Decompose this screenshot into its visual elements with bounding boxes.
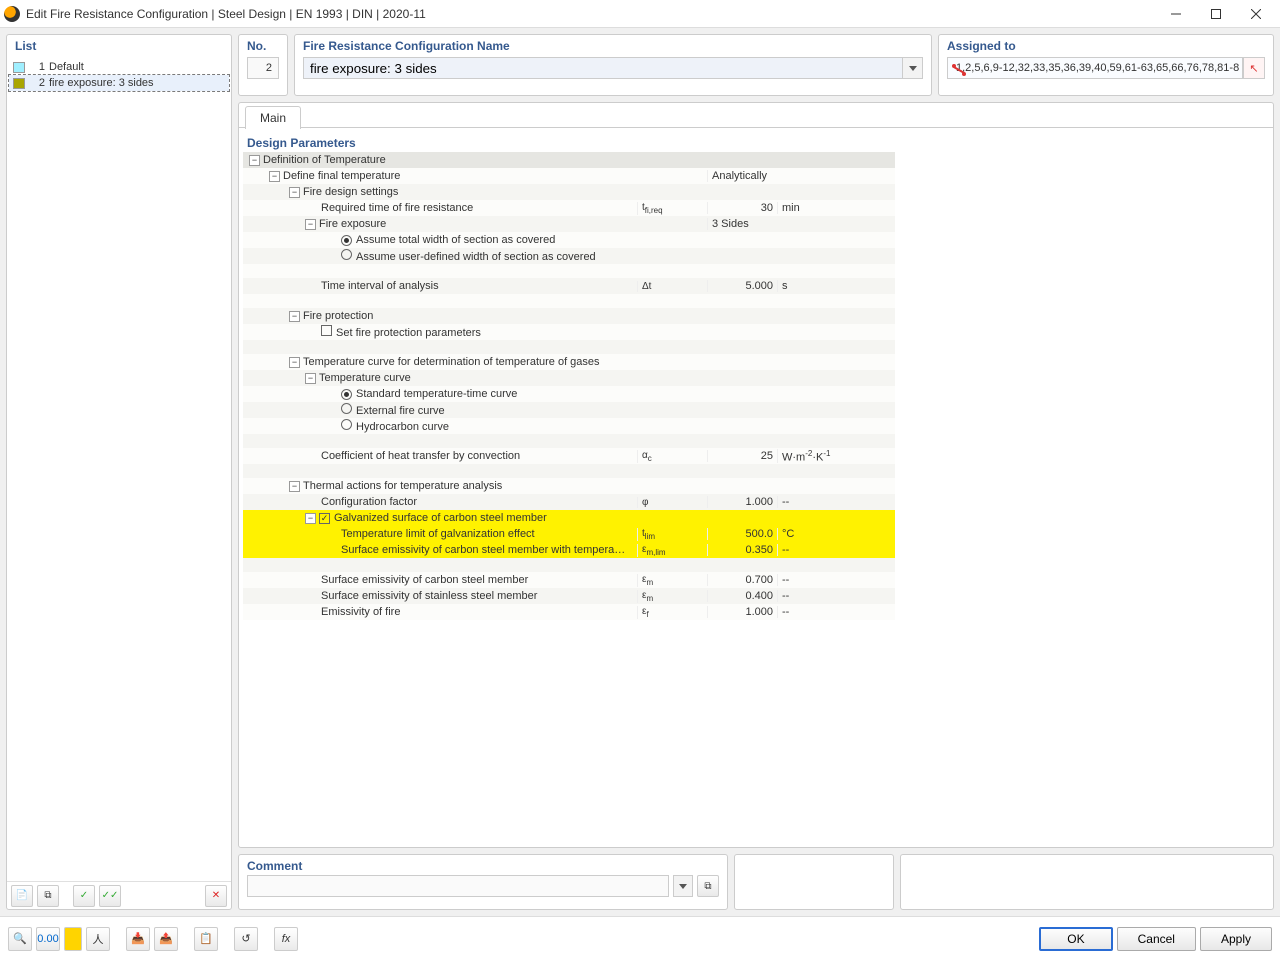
collapse-icon[interactable]: − [305, 219, 316, 230]
window-title: Edit Fire Resistance Configuration | Ste… [26, 7, 1156, 21]
row-ext-curve[interactable]: External fire curve [243, 402, 895, 418]
spacer-row [243, 434, 895, 448]
radio-total-width[interactable] [341, 235, 352, 246]
import-button[interactable]: 📥 [126, 927, 150, 951]
color-button[interactable] [64, 927, 82, 951]
collapse-icon[interactable]: − [289, 481, 300, 492]
comment-box: Comment ⧉ [238, 854, 728, 910]
collapse-icon[interactable]: − [305, 513, 316, 524]
config-name-input[interactable] [303, 57, 903, 79]
close-button[interactable] [1236, 0, 1276, 28]
ok-button[interactable]: OK [1039, 927, 1112, 951]
row-temp-curve[interactable]: −Temperature curve [243, 370, 895, 386]
row-hydro-curve[interactable]: Hydrocarbon curve [243, 418, 895, 434]
app-icon [4, 6, 20, 22]
tab-main[interactable]: Main [245, 106, 301, 129]
color-swatch [13, 62, 25, 73]
row-assume-user-width[interactable]: Assume user-defined width of section as … [243, 248, 895, 264]
spacer-row [243, 464, 895, 478]
row-thermal-actions-group[interactable]: −Thermal actions for temperature analysi… [243, 478, 895, 494]
name-box: Fire Resistance Configuration Name [294, 34, 932, 96]
row-std-curve[interactable]: Standard temperature-time curve [243, 386, 895, 402]
list-item-default[interactable]: 1 Default [9, 59, 229, 75]
members-filter-button[interactable]: 人 [86, 927, 110, 951]
row-fire-exposure[interactable]: −Fire exposure 3 Sides [243, 216, 895, 232]
preview-area [899, 128, 1273, 847]
row-set-fire-protection[interactable]: Set fire protection parameters [243, 324, 895, 340]
collapse-icon[interactable]: − [289, 311, 300, 322]
row-fire-design-settings[interactable]: −Fire design settings [243, 184, 895, 200]
pick-members-button[interactable]: ↖ [1243, 57, 1265, 79]
spacer-row [243, 294, 895, 308]
comment-dropdown-button[interactable] [673, 875, 693, 897]
checkbox-galvanized[interactable]: ✓ [319, 513, 330, 524]
row-galvanized-surface[interactable]: −✓Galvanized surface of carbon steel mem… [243, 510, 895, 526]
row-emis-fire[interactable]: Emissivity of fire εf1.000-- [243, 604, 895, 620]
radio-ext-curve[interactable] [341, 403, 352, 414]
apply-button[interactable]: Apply [1200, 927, 1272, 951]
export-button[interactable]: 📤 [154, 927, 178, 951]
minimize-button[interactable] [1156, 0, 1196, 28]
row-temp-curve-group[interactable]: −Temperature curve for determination of … [243, 354, 895, 370]
row-define-final-temp[interactable]: −Define final temperature Analytically [243, 168, 895, 184]
row-surf-emis-stainless[interactable]: Surface emissivity of stainless steel me… [243, 588, 895, 604]
spare-box-2 [900, 854, 1274, 910]
row-temp-limit[interactable]: Temperature limit of galvanization effec… [243, 526, 895, 542]
row-surf-emis-carbon[interactable]: Surface emissivity of carbon steel membe… [243, 572, 895, 588]
collapse-icon[interactable]: − [289, 357, 300, 368]
spacer-row [243, 264, 895, 278]
titlebar: Edit Fire Resistance Configuration | Ste… [0, 0, 1280, 28]
collapse-icon[interactable]: − [269, 171, 280, 182]
color-swatch [13, 78, 25, 89]
row-surf-emis-galv[interactable]: Surface emissivity of carbon steel membe… [243, 542, 895, 558]
assigned-to-field[interactable]: 1,2,5,6,9-12,32,33,35,36,39,40,59,61-63,… [947, 57, 1243, 79]
new-button[interactable]: 📄 [11, 885, 33, 907]
comment-library-button[interactable]: ⧉ [697, 875, 719, 897]
collapse-icon[interactable]: − [249, 155, 260, 166]
comment-input[interactable] [247, 875, 669, 897]
group-definition-temperature[interactable]: −Definition of Temperature [243, 152, 895, 168]
no-field[interactable]: 2 [247, 57, 279, 79]
radio-user-width[interactable] [341, 249, 352, 260]
collapse-icon[interactable]: − [289, 187, 300, 198]
checkbox-set-fire-protection[interactable] [321, 325, 332, 336]
row-fire-protection[interactable]: −Fire protection [243, 308, 895, 324]
list-header: List [7, 35, 231, 57]
cancel-button[interactable]: Cancel [1117, 927, 1196, 951]
clipboard-button[interactable]: 📋 [194, 927, 218, 951]
no-box: No. 2 [238, 34, 288, 96]
design-parameters-title: Design Parameters [243, 134, 895, 152]
spacer-row [243, 340, 895, 354]
row-assume-total-width[interactable]: Assume total width of section as covered [243, 232, 895, 248]
units-button[interactable]: 0.00 [36, 927, 60, 951]
check2-button[interactable]: ✓✓ [99, 885, 121, 907]
function-button[interactable]: fx [274, 927, 298, 951]
reset-button[interactable]: ↺ [234, 927, 258, 951]
maximize-button[interactable] [1196, 0, 1236, 28]
copy-button[interactable]: ⧉ [37, 885, 59, 907]
row-required-time[interactable]: Required time of fire resistance tfi,req… [243, 200, 895, 216]
collapse-icon[interactable]: − [305, 373, 316, 384]
spacer-row [243, 558, 895, 572]
list-item-fire-exposure[interactable]: 2 fire exposure: 3 sides [9, 75, 229, 91]
delete-button[interactable]: ✕ [205, 885, 227, 907]
name-dropdown-button[interactable] [903, 57, 923, 79]
help-button[interactable]: 🔍 [8, 927, 32, 951]
list-panel: List 1 Default 2 fire exposure: 3 sides … [6, 34, 232, 910]
row-time-interval[interactable]: Time interval of analysis Δt5.000s [243, 278, 895, 294]
assigned-box: Assigned to 1,2,5,6,9-12,32,33,35,36,39,… [938, 34, 1274, 96]
radio-std-curve[interactable] [341, 389, 352, 400]
row-config-factor[interactable]: Configuration factor φ1.000-- [243, 494, 895, 510]
check-button[interactable]: ✓ [73, 885, 95, 907]
spare-box [734, 854, 894, 910]
radio-hydro-curve[interactable] [341, 419, 352, 430]
row-coeff-heat[interactable]: Coefficient of heat transfer by convecti… [243, 448, 895, 464]
